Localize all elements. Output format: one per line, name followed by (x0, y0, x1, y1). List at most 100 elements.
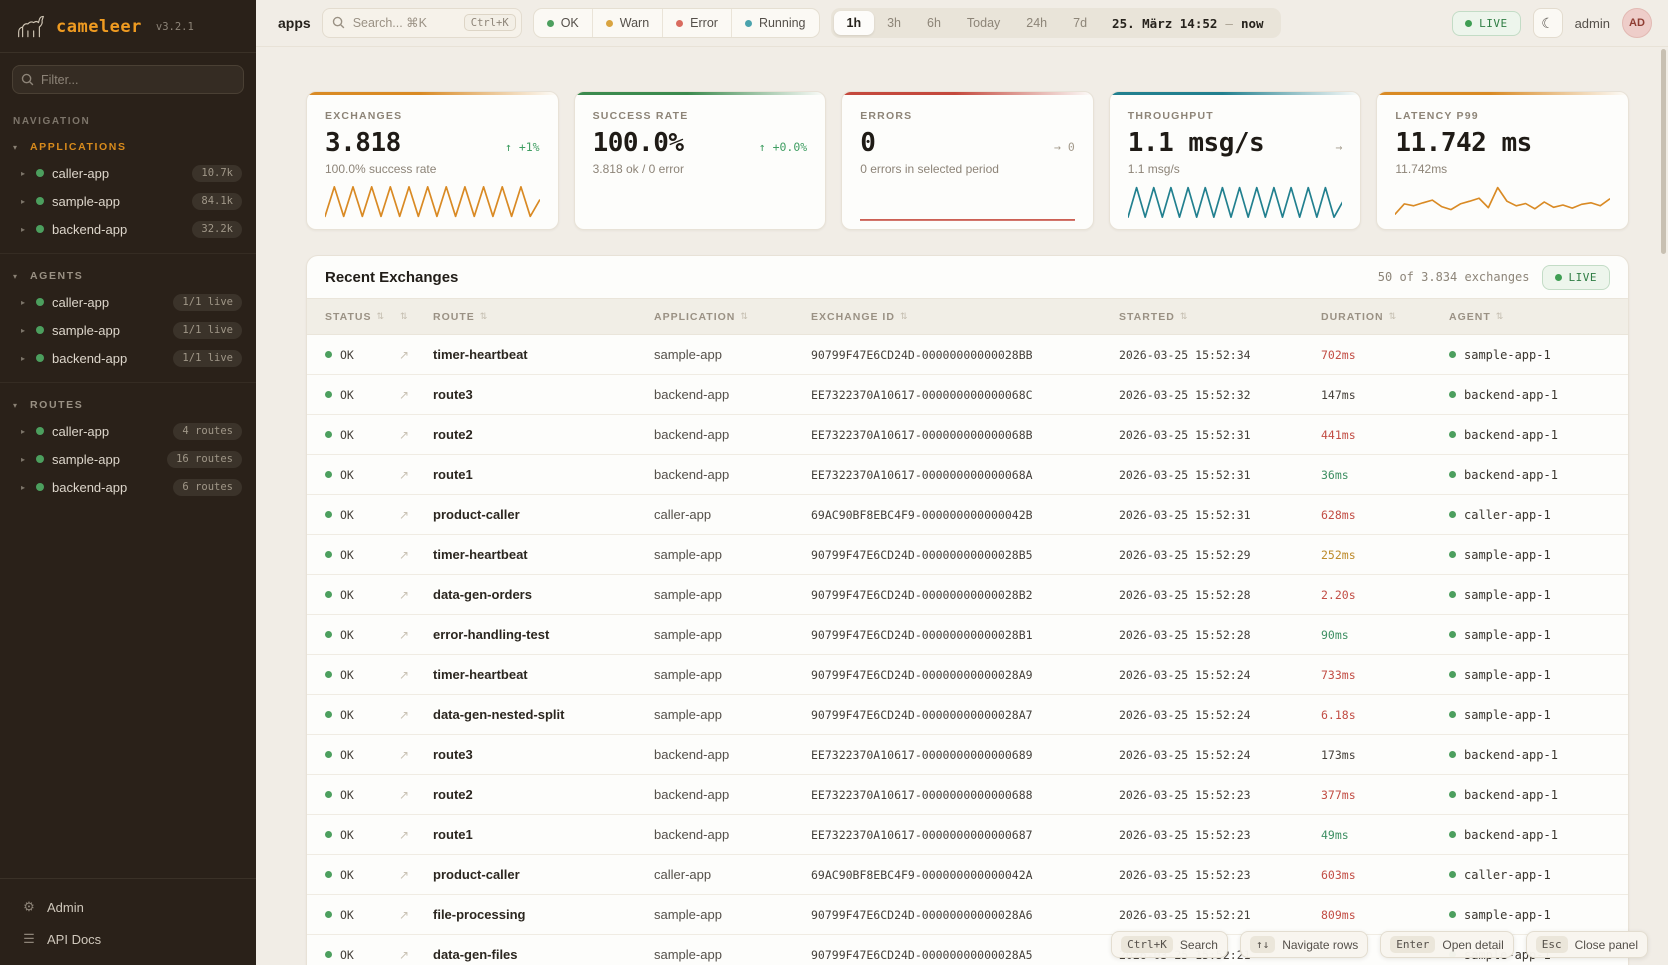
exchange-id-cell: EE7322370A10617-0000000000000689 (811, 748, 1119, 762)
open-exchange-link[interactable]: ↗ (395, 748, 433, 762)
table-row[interactable]: OK ↗ product-caller caller-app 69AC90BF8… (307, 855, 1628, 895)
table-row[interactable]: OK ↗ timer-heartbeat sample-app 90799F47… (307, 335, 1628, 375)
agent-cell: backend-app-1 (1449, 388, 1628, 402)
table-row[interactable]: OK ↗ route2 backend-app EE7322370A10617-… (307, 775, 1628, 815)
time-range-button[interactable]: Today (954, 11, 1013, 35)
table-live-badge[interactable]: LIVE (1542, 265, 1611, 290)
open-exchange-link[interactable]: ↗ (395, 388, 433, 402)
open-exchange-link[interactable]: ↗ (395, 708, 433, 722)
sidebar-item[interactable]: ▸ backend-app 1/1 live (0, 344, 256, 372)
sidebar-item[interactable]: ▸ caller-app 4 routes (0, 417, 256, 445)
open-exchange-link[interactable]: ↗ (395, 948, 433, 962)
time-range-button[interactable]: 3h (874, 11, 914, 35)
column-header[interactable]: ROUTE ⇅ (433, 311, 654, 323)
stat-card[interactable]: THROUGHPUT 1.1 msg/s → 1.1 msg/s (1109, 91, 1362, 230)
status-dot-icon (676, 20, 683, 27)
open-exchange-link[interactable]: ↗ (395, 628, 433, 642)
sidebar-item-label: caller-app (52, 295, 109, 310)
table-row[interactable]: OK ↗ data-gen-nested-split sample-app 90… (307, 695, 1628, 735)
route-cell: error-handling-test (433, 627, 654, 642)
open-exchange-link[interactable]: ↗ (395, 468, 433, 482)
agent-cell: sample-app-1 (1449, 348, 1628, 362)
open-exchange-link[interactable]: ↗ (395, 828, 433, 842)
route-cell: product-caller (433, 867, 654, 882)
started-cell: 2026-03-25 15:52:31 (1119, 428, 1321, 442)
date-to: now (1241, 16, 1264, 31)
open-exchange-link[interactable]: ↗ (395, 868, 433, 882)
open-exchange-link[interactable]: ↗ (395, 548, 433, 562)
status-filter[interactable]: OK (534, 9, 592, 37)
scrollbar[interactable] (1661, 49, 1666, 254)
table-row[interactable]: OK ↗ route1 backend-app EE7322370A10617-… (307, 455, 1628, 495)
date-range[interactable]: 25. März 14:52 — now (1100, 16, 1277, 31)
table-row[interactable]: OK ↗ timer-heartbeat sample-app 90799F47… (307, 655, 1628, 695)
divider (0, 52, 256, 53)
filter-input[interactable] (12, 65, 244, 94)
sidebar-item[interactable]: ▸ backend-app 6 routes (0, 473, 256, 501)
avatar[interactable]: AD (1622, 8, 1652, 38)
column-header[interactable]: AGENT ⇅ (1449, 311, 1628, 323)
search-icon (21, 73, 34, 86)
footer-icon: ☰ (22, 931, 36, 947)
column-header[interactable]: EXCHANGE ID ⇅ (811, 311, 1119, 323)
open-exchange-link[interactable]: ↗ (395, 908, 433, 922)
table-row[interactable]: OK ↗ file-processing sample-app 90799F47… (307, 895, 1628, 935)
agent-name: caller-app-1 (1464, 868, 1551, 882)
table-row[interactable]: OK ↗ route1 backend-app EE7322370A10617-… (307, 815, 1628, 855)
time-range-button[interactable]: 6h (914, 11, 954, 35)
status-text: OK (340, 428, 354, 442)
stat-card[interactable]: SUCCESS RATE 100.0% ↑ +0.0% 3.818 ok / 0… (574, 91, 827, 230)
open-exchange-link[interactable]: ↗ (395, 348, 433, 362)
time-range-button[interactable]: 7d (1060, 11, 1100, 35)
status-filter[interactable]: Running (731, 9, 819, 37)
column-header[interactable]: STARTED ⇅ (1119, 311, 1321, 323)
open-exchange-link[interactable]: ↗ (395, 668, 433, 682)
live-badge[interactable]: LIVE (1452, 11, 1521, 36)
open-exchange-link[interactable]: ↗ (395, 508, 433, 522)
sidebar-item[interactable]: ▸ caller-app 10.7k (0, 159, 256, 187)
sidebar-item[interactable]: ▸ backend-app 32.2k (0, 215, 256, 243)
ok-dot-icon (325, 671, 332, 678)
time-range-button[interactable]: 24h (1013, 11, 1060, 35)
status-filter[interactable]: Warn (592, 9, 662, 37)
table-row[interactable]: OK ↗ data-gen-orders sample-app 90799F47… (307, 575, 1628, 615)
arrow-up-right-icon: ↗ (399, 708, 409, 722)
sidebar-section-header[interactable]: ▾ ROUTES (0, 397, 256, 417)
stat-card-label: EXCHANGES (325, 110, 540, 122)
column-header[interactable]: APPLICATION ⇅ (654, 311, 811, 323)
moon-icon: ☾ (1541, 15, 1554, 32)
column-header[interactable]: ⇅ (395, 311, 433, 322)
sidebar-footer-item[interactable]: ⚙ Admin (0, 891, 256, 923)
stat-card[interactable]: ERRORS 0 → 0 0 errors in selected period (841, 91, 1094, 230)
status-filter-label: Warn (620, 16, 649, 30)
sidebar-section-header[interactable]: ▾ AGENTS (0, 268, 256, 288)
stat-card[interactable]: LATENCY P99 11.742 ms 11.742ms (1376, 91, 1629, 230)
table-row[interactable]: OK ↗ timer-heartbeat sample-app 90799F47… (307, 535, 1628, 575)
time-range-button[interactable]: 1h (834, 11, 875, 35)
started-cell: 2026-03-25 15:52:28 (1119, 588, 1321, 602)
open-exchange-link[interactable]: ↗ (395, 788, 433, 802)
table-row[interactable]: OK ↗ product-caller caller-app 69AC90BF8… (307, 495, 1628, 535)
status-filter[interactable]: Error (662, 9, 731, 37)
table-row[interactable]: OK ↗ route2 backend-app EE7322370A10617-… (307, 415, 1628, 455)
sidebar-item[interactable]: ▸ caller-app 1/1 live (0, 288, 256, 316)
column-header[interactable]: DURATION ⇅ (1321, 311, 1449, 323)
sidebar-item[interactable]: ▸ sample-app 1/1 live (0, 316, 256, 344)
hint-key: Enter (1390, 936, 1435, 953)
stat-card[interactable]: EXCHANGES 3.818 ↑ +1% 100.0% success rat… (306, 91, 559, 230)
table-row[interactable]: OK ↗ error-handling-test sample-app 9079… (307, 615, 1628, 655)
status-cell: OK (307, 428, 395, 442)
column-header[interactable]: STATUS ⇅ (307, 311, 395, 323)
table-row[interactable]: OK ↗ route3 backend-app EE7322370A10617-… (307, 735, 1628, 775)
sidebar-item[interactable]: ▸ sample-app 16 routes (0, 445, 256, 473)
open-exchange-link[interactable]: ↗ (395, 588, 433, 602)
table-row[interactable]: OK ↗ route3 backend-app EE7322370A10617-… (307, 375, 1628, 415)
sidebar-section-header[interactable]: ▾ APPLICATIONS (0, 139, 256, 159)
sidebar-footer-item[interactable]: ☰ API Docs (0, 923, 256, 955)
open-exchange-link[interactable]: ↗ (395, 428, 433, 442)
dark-mode-toggle[interactable]: ☾ (1533, 8, 1563, 38)
keyboard-hints: Ctrl+KSearch↑↓Navigate rowsEnterOpen det… (1111, 931, 1648, 958)
camel-logo-icon (16, 14, 46, 40)
sidebar-item[interactable]: ▸ sample-app 84.1k (0, 187, 256, 215)
sidebar-item-badge: 4 routes (173, 423, 242, 440)
